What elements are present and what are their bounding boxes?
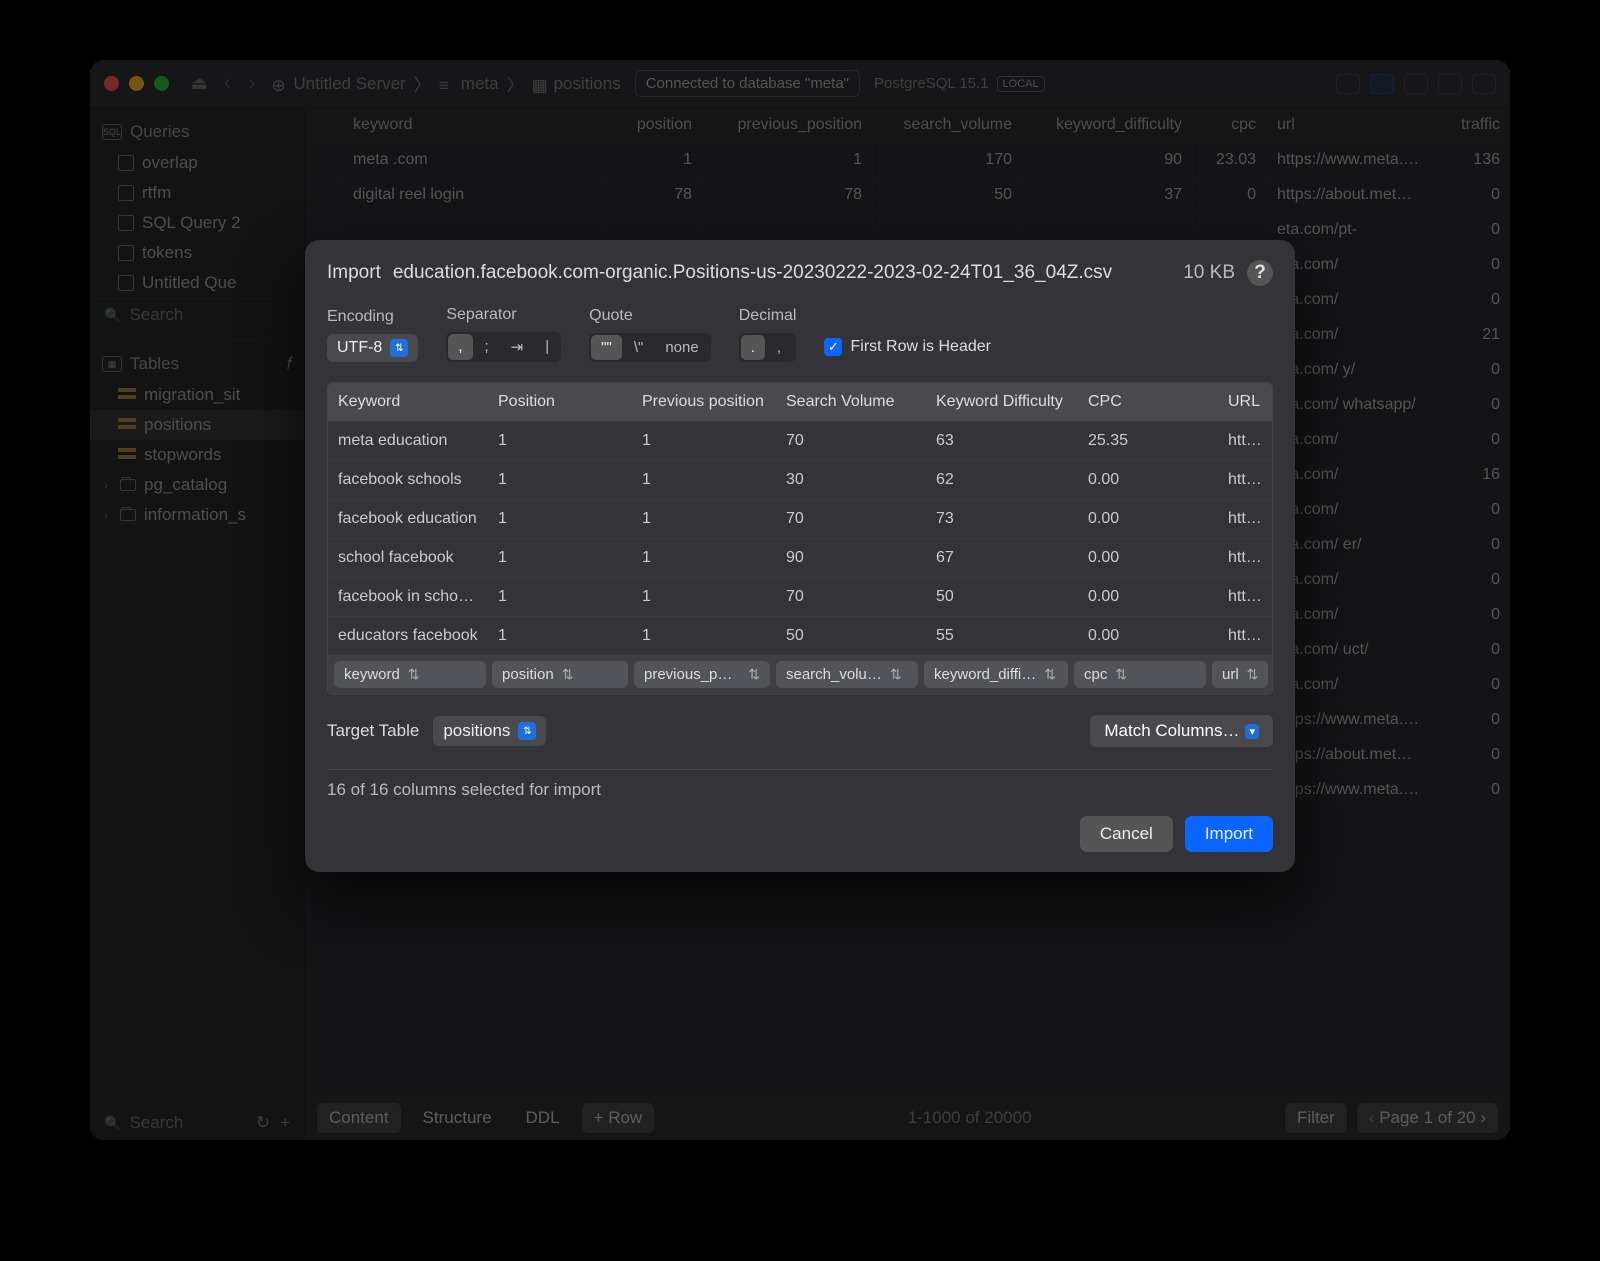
chevron-updown-icon: ⇅ — [748, 666, 760, 683]
target-table-select[interactable]: positions⇅ — [433, 716, 546, 746]
segment-option[interactable]: | — [535, 334, 559, 360]
column-map-select[interactable]: previous_po…⇅ — [634, 661, 770, 688]
encoding-select[interactable]: UTF-8⇅ — [327, 334, 418, 362]
quote-segment[interactable]: ""\"none — [589, 333, 711, 362]
preview-header[interactable]: Search Volume — [776, 383, 926, 421]
import-status: 16 of 16 columns selected for import — [327, 769, 1273, 816]
dialog-title-prefix: Import — [327, 262, 381, 284]
column-map-select[interactable]: search_volu…⇅ — [776, 661, 918, 688]
preview-header[interactable]: URL — [1218, 383, 1272, 421]
match-columns-button[interactable]: Match Columns…▾ — [1090, 715, 1273, 747]
preview-row[interactable]: meta education11706325.35http educ — [328, 421, 1272, 460]
preview-row[interactable]: facebook schools1130620.00http educ — [328, 460, 1272, 499]
chevron-updown-icon: ⇅ — [518, 722, 536, 740]
segment-option[interactable]: \" — [624, 335, 654, 360]
column-map-select[interactable]: keyword_diffi…⇅ — [924, 661, 1068, 688]
import-preview: Keyword Position Previous position Searc… — [327, 382, 1273, 695]
preview-header[interactable]: CPC — [1078, 383, 1218, 421]
segment-option[interactable]: "" — [591, 335, 622, 360]
preview-row[interactable]: educators facebook1150550.00http educ — [328, 616, 1272, 655]
column-map-select[interactable]: keyword⇅ — [334, 661, 486, 688]
preview-row[interactable]: facebook in schools1170500.00http educ — [328, 577, 1272, 616]
help-icon[interactable]: ? — [1247, 260, 1273, 286]
segment-option[interactable]: , — [448, 334, 472, 360]
segment-option[interactable]: ; — [475, 334, 499, 360]
chevron-updown-icon: ⇅ — [390, 339, 408, 357]
import-button[interactable]: Import — [1185, 816, 1273, 852]
segment-option[interactable]: none — [655, 335, 708, 360]
target-table-label: Target Table — [327, 721, 419, 741]
chevron-updown-icon: ⇅ — [408, 666, 420, 683]
preview-header[interactable]: Previous position — [632, 383, 776, 421]
import-dialog: Import education.facebook.com-organic.Po… — [305, 240, 1295, 872]
segment-option[interactable]: , — [767, 335, 791, 360]
column-map-select[interactable]: cpc⇅ — [1074, 661, 1206, 688]
chevron-updown-icon: ⇅ — [1247, 666, 1259, 683]
cancel-button[interactable]: Cancel — [1080, 816, 1173, 852]
separator-label: Separator — [446, 306, 561, 324]
preview-row[interactable]: facebook education1170730.00http educ — [328, 499, 1272, 538]
file-size: 10 KB — [1183, 262, 1235, 284]
dialog-filename: education.facebook.com-organic.Positions… — [393, 262, 1112, 284]
chevron-updown-icon: ⇅ — [1044, 666, 1056, 683]
segment-option[interactable]: . — [741, 335, 765, 360]
preview-row[interactable]: school facebook1190670.00http educ — [328, 538, 1272, 577]
first-row-header-label: First Row is Header — [850, 338, 990, 356]
preview-header[interactable]: Keyword Difficulty — [926, 383, 1078, 421]
decimal-label: Decimal — [739, 307, 797, 325]
separator-segment[interactable]: ,;⇥| — [446, 332, 561, 362]
column-map-select[interactable]: url⇅ — [1212, 661, 1268, 688]
quote-label: Quote — [589, 307, 711, 325]
decimal-segment[interactable]: ., — [739, 333, 797, 362]
first-row-header-checkbox[interactable]: ✓ — [824, 338, 842, 356]
encoding-label: Encoding — [327, 308, 418, 326]
chevron-updown-icon: ⇅ — [1115, 666, 1127, 683]
modal-overlay: Import education.facebook.com-organic.Po… — [90, 60, 1510, 1140]
column-map-select[interactable]: position⇅ — [492, 661, 628, 688]
chevron-updown-icon: ⇅ — [890, 666, 902, 683]
preview-header[interactable]: Position — [488, 383, 632, 421]
preview-header[interactable]: Keyword — [328, 383, 488, 421]
chevron-updown-icon: ⇅ — [562, 666, 574, 683]
segment-option[interactable]: ⇥ — [501, 334, 534, 360]
